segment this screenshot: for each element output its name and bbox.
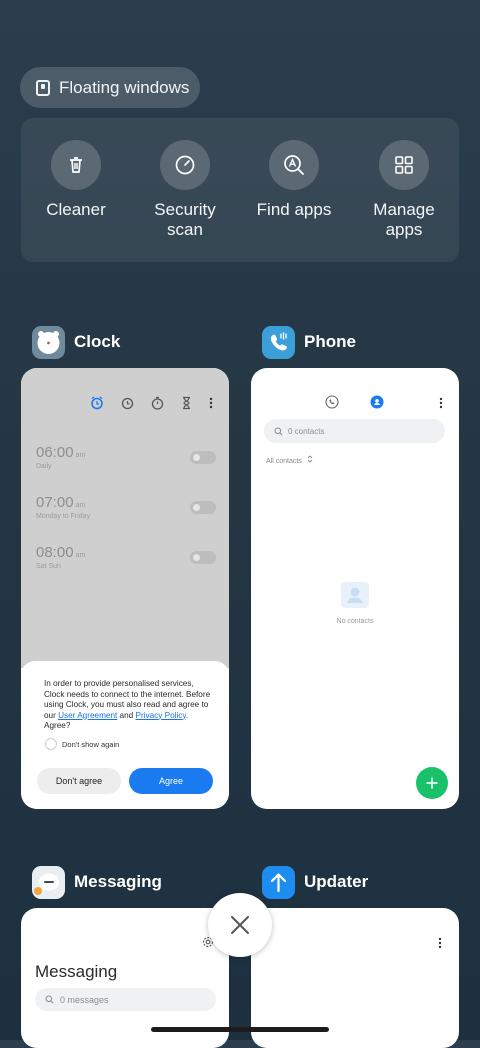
- messages-search-input[interactable]: 0 messages: [35, 988, 216, 1011]
- privacy-dialog: In order to provide personalised service…: [21, 661, 229, 809]
- privacy-dialog-text: In order to provide personalised service…: [44, 679, 214, 732]
- messaging-app-icon: [32, 865, 65, 899]
- call-log-tab-icon[interactable]: [325, 395, 339, 409]
- clock-toolbar: [90, 396, 213, 410]
- agree-button[interactable]: Agree: [129, 768, 213, 794]
- contacts-tab-icon[interactable]: [370, 395, 384, 409]
- cleaner-label: Cleaner: [46, 200, 106, 219]
- alarm-repeat: Daily: [36, 463, 52, 470]
- alarm-repeat: Sat Sun: [36, 563, 61, 570]
- checkbox-circle[interactable]: [45, 738, 57, 750]
- alarm-toggle[interactable]: [190, 501, 216, 514]
- phone-app-icon: [262, 325, 295, 359]
- alarm-row[interactable]: 08:00 am Sat Sun: [36, 544, 216, 570]
- manage-apps-button[interactable]: Manage apps: [349, 140, 459, 240]
- phone-app-name: Phone: [304, 332, 356, 351]
- clock-app-card[interactable]: 06:00 am Daily 07:00 am Monday to Friday 0…: [21, 368, 229, 809]
- clock-app-name: Clock: [74, 332, 121, 351]
- floating-windows-label: Floating windows: [59, 77, 190, 97]
- security-scan-label: Security scan: [154, 200, 216, 239]
- sort-arrows-icon: [307, 455, 313, 463]
- contacts-search-input[interactable]: 0 contacts: [264, 419, 445, 443]
- alarm-ampm: am: [75, 502, 86, 509]
- updater-app-icon: [262, 865, 295, 899]
- empty-state: No contacts: [251, 582, 459, 625]
- alarm-toggle[interactable]: [190, 451, 216, 464]
- contacts-search-placeholder: 0 contacts: [288, 426, 325, 436]
- add-contact-button[interactable]: [416, 767, 448, 799]
- cleaner-button[interactable]: Cleaner: [21, 140, 131, 220]
- clear-all-button[interactable]: [208, 893, 272, 957]
- stopwatch-tab-icon[interactable]: [151, 396, 164, 410]
- grid-icon: [379, 140, 429, 190]
- contacts-filter-dropdown[interactable]: All contacts: [266, 455, 313, 465]
- dialog-text-part: and: [117, 710, 136, 720]
- alarm-time: 06:00: [36, 444, 74, 461]
- more-options-icon[interactable]: [209, 397, 213, 409]
- find-apps-button[interactable]: Find apps: [239, 140, 349, 220]
- contacts-filter-label: All contacts: [266, 458, 302, 465]
- plus-icon: [426, 777, 438, 789]
- alarm-ampm: am: [75, 452, 86, 459]
- messaging-title: Messaging: [35, 962, 118, 981]
- dont-show-again-checkbox[interactable]: Don't show again: [45, 738, 119, 750]
- manage-apps-label: Manage apps: [373, 200, 435, 239]
- user-agreement-link[interactable]: User Agreement: [58, 711, 117, 720]
- messaging-app-header[interactable]: Messaging: [32, 865, 162, 899]
- messaging-app-name: Messaging: [74, 872, 162, 891]
- messages-search-placeholder: 0 messages: [60, 994, 109, 1005]
- updater-app-header[interactable]: Updater: [262, 865, 368, 899]
- floating-window-icon: [36, 79, 50, 96]
- more-options-icon[interactable]: [439, 397, 443, 409]
- clock-app-header[interactable]: Clock: [32, 325, 120, 359]
- close-icon: [231, 916, 249, 934]
- more-options-icon[interactable]: [438, 937, 442, 949]
- phone-tabs: [325, 395, 384, 409]
- floating-windows-button[interactable]: Floating windows: [20, 67, 200, 108]
- clock-screen: 06:00 am Daily 07:00 am Monday to Friday 0…: [21, 368, 229, 668]
- find-apps-icon: [269, 140, 319, 190]
- phone-app-card[interactable]: 0 contacts All contacts No contacts: [251, 368, 459, 809]
- timer-tab-icon[interactable]: [181, 396, 192, 410]
- clock-app-icon: [32, 325, 65, 359]
- home-indicator[interactable]: [151, 1027, 329, 1032]
- updater-app-name: Updater: [304, 872, 369, 891]
- alarm-toggle[interactable]: [190, 551, 216, 564]
- dont-agree-button[interactable]: Don't agree: [37, 768, 121, 794]
- security-scan-button[interactable]: Security scan: [130, 140, 240, 240]
- search-icon: [45, 995, 54, 1004]
- dont-show-again-label: Don't show again: [62, 739, 120, 749]
- trash-icon: [51, 140, 101, 190]
- alarm-repeat: Monday to Friday: [36, 513, 91, 520]
- alarm-time: 08:00: [36, 544, 74, 561]
- alarm-time: 07:00: [36, 494, 74, 511]
- contact-card-icon: [341, 582, 369, 608]
- phone-app-header[interactable]: Phone: [262, 325, 356, 359]
- privacy-policy-link[interactable]: Privacy Policy: [136, 711, 186, 720]
- find-apps-label: Find apps: [256, 200, 332, 219]
- alarm-tab-icon[interactable]: [90, 396, 104, 410]
- world-clock-tab-icon[interactable]: [121, 397, 134, 410]
- security-scan-icon: [160, 140, 210, 190]
- search-icon: [274, 427, 283, 436]
- alarm-row[interactable]: 07:00 am Monday to Friday: [36, 494, 216, 520]
- quick-tools-panel: Cleaner Security scan Find apps Manage a…: [21, 118, 459, 262]
- no-contacts-text: No contacts: [336, 618, 374, 625]
- alarm-row[interactable]: 06:00 am Daily: [36, 444, 216, 470]
- alarm-ampm: am: [75, 552, 86, 559]
